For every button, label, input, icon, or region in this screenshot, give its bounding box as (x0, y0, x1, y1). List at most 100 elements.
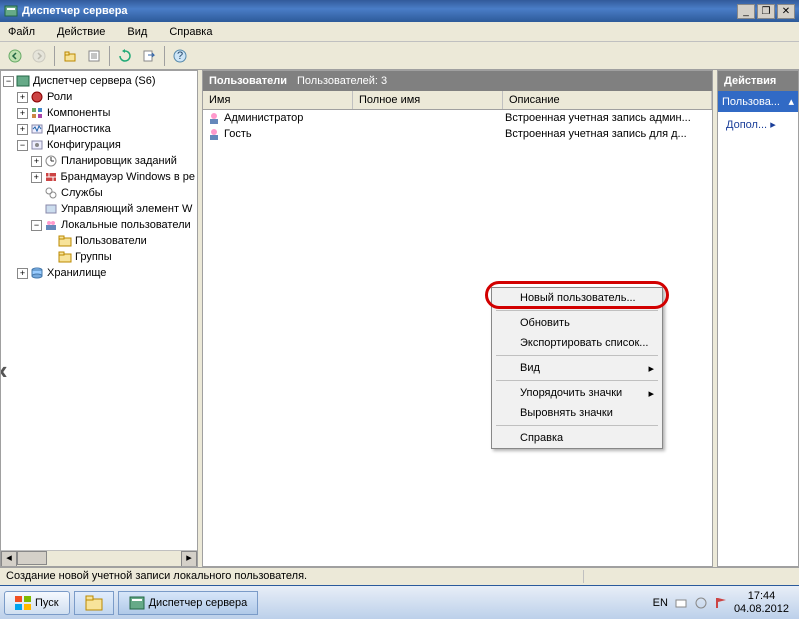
cell-name: Гость (224, 128, 252, 140)
tray-icon[interactable] (694, 596, 708, 610)
content-pane: Пользователи Пользователей: 3 Имя Полное… (202, 70, 713, 567)
clock[interactable]: 17:44 04.08.2012 (734, 590, 789, 616)
taskbar-item-explorer[interactable] (74, 591, 114, 615)
tree-wmi[interactable]: Управляющий элемент W (3, 201, 195, 217)
scroll-left-button[interactable]: ◂ (1, 551, 17, 567)
folder-icon (58, 250, 72, 264)
tree-label: Брандмауэр Windows в ре (61, 171, 195, 183)
tree-label: Пользователи (75, 235, 147, 247)
menu-file[interactable]: Файл (4, 25, 39, 39)
tree-groups[interactable]: Группы (3, 249, 195, 265)
tree-configuration[interactable]: − Конфигурация (3, 137, 195, 153)
expand-icon[interactable]: + (31, 172, 42, 183)
collapse-icon[interactable]: − (31, 220, 42, 231)
properties-button[interactable] (83, 45, 105, 67)
menu-action[interactable]: Действие (53, 25, 109, 39)
tree-diagnostics[interactable]: + Диагностика (3, 121, 195, 137)
back-button[interactable] (4, 45, 26, 67)
user-icon (207, 127, 221, 141)
expand-icon[interactable]: + (17, 108, 28, 119)
scroll-thumb[interactable] (17, 551, 47, 565)
roles-icon (30, 90, 44, 104)
tree-label: Группы (75, 251, 112, 263)
tray-flag-icon[interactable] (714, 596, 728, 610)
collapse-icon[interactable]: − (3, 76, 14, 87)
collapse-icon[interactable]: − (17, 140, 28, 151)
tree-firewall[interactable]: + Брандмауэр Windows в ре (3, 169, 195, 185)
expand-icon[interactable]: + (17, 268, 28, 279)
actions-section[interactable]: Пользова... ▴ (718, 91, 798, 112)
up-button[interactable] (59, 45, 81, 67)
refresh-button[interactable] (114, 45, 136, 67)
tree-users[interactable]: Пользователи (3, 233, 195, 249)
users-group-icon (44, 218, 58, 232)
taskbar: Пуск Диспетчер сервера EN 17:44 04.08.20… (0, 585, 799, 619)
tree-components[interactable]: + Компоненты (3, 105, 195, 121)
expand-icon[interactable]: + (31, 156, 42, 167)
context-export[interactable]: Экспортировать список... (492, 333, 662, 353)
list-item[interactable]: Гость Встроенная учетная запись для д... (203, 126, 712, 142)
cell-desc: Встроенная учетная запись админ... (505, 112, 708, 124)
list-item[interactable]: Администратор Встроенная учетная запись … (203, 110, 712, 126)
window-titlebar: Диспетчер сервера _ ❐ ✕ (0, 0, 799, 22)
actions-pane: Действия Пользова... ▴ Допол... ▸ (717, 70, 799, 567)
tree-label: Компоненты (47, 107, 110, 119)
col-desc[interactable]: Описание (503, 91, 712, 109)
menu-bar: Файл Действие Вид Справка (0, 22, 799, 42)
tree-label: Хранилище (47, 267, 106, 279)
context-align[interactable]: Выровнять значки (492, 403, 662, 423)
menu-view[interactable]: Вид (123, 25, 151, 39)
diagnostics-icon (30, 122, 44, 136)
close-button[interactable]: ✕ (777, 4, 795, 19)
content-count: Пользователей: 3 (297, 75, 387, 87)
start-label: Пуск (35, 597, 59, 609)
storage-icon (30, 266, 44, 280)
expand-icon[interactable]: + (17, 92, 28, 103)
tree-storage[interactable]: + Хранилище (3, 265, 195, 281)
context-arrange[interactable]: Упорядочить значки (492, 383, 662, 403)
window-title: Диспетчер сервера (22, 5, 735, 17)
maximize-button[interactable]: ❐ (757, 4, 775, 19)
tree-horizontal-scrollbar[interactable]: ◂ ▸ (1, 550, 197, 566)
firewall-icon (44, 170, 58, 184)
tree-label: Диспетчер сервера (S6) (33, 75, 156, 87)
tree-root[interactable]: − Диспетчер сервера (S6) (3, 73, 195, 89)
navigation-tree: − Диспетчер сервера (S6) + Роли + Компон… (0, 70, 198, 567)
context-refresh[interactable]: Обновить (492, 313, 662, 333)
taskbar-item-server-manager[interactable]: Диспетчер сервера (118, 591, 259, 615)
actions-more[interactable]: Допол... ▸ (718, 112, 798, 137)
cell-name: Администратор (224, 112, 303, 124)
windows-logo-icon (15, 596, 31, 610)
expand-icon[interactable]: + (17, 124, 28, 135)
language-indicator[interactable]: EN (653, 597, 668, 609)
tree-label: Диагностика (47, 123, 111, 135)
menu-help[interactable]: Справка (165, 25, 216, 39)
services-icon (44, 186, 58, 200)
server-manager-icon (129, 595, 145, 611)
help-button[interactable]: ? (169, 45, 191, 67)
content-title: Пользователи (209, 75, 287, 87)
context-help[interactable]: Справка (492, 428, 662, 448)
scroll-right-button[interactable]: ▸ (181, 551, 197, 567)
tree-task-scheduler[interactable]: + Планировщик заданий (3, 153, 195, 169)
chevron-up-icon: ▴ (788, 95, 794, 108)
col-name[interactable]: Имя (203, 91, 353, 109)
context-new-user[interactable]: Новый пользователь... (492, 288, 662, 308)
tree-services[interactable]: Службы (3, 185, 195, 201)
content-header: Пользователи Пользователей: 3 (203, 71, 712, 91)
export-button[interactable] (138, 45, 160, 67)
collapse-pane-chevron[interactable]: ‹ (0, 355, 8, 386)
wmi-icon (44, 202, 58, 216)
explorer-icon (85, 595, 103, 611)
minimize-button[interactable]: _ (737, 4, 755, 19)
app-icon (4, 4, 18, 18)
server-icon (16, 74, 30, 88)
tree-label: Локальные пользователи (61, 219, 191, 231)
start-button[interactable]: Пуск (4, 591, 70, 615)
folder-icon (58, 234, 72, 248)
tree-roles[interactable]: + Роли (3, 89, 195, 105)
col-fullname[interactable]: Полное имя (353, 91, 503, 109)
tree-local-users[interactable]: − Локальные пользователи (3, 217, 195, 233)
tray-icon[interactable] (674, 596, 688, 610)
context-view[interactable]: Вид (492, 358, 662, 378)
